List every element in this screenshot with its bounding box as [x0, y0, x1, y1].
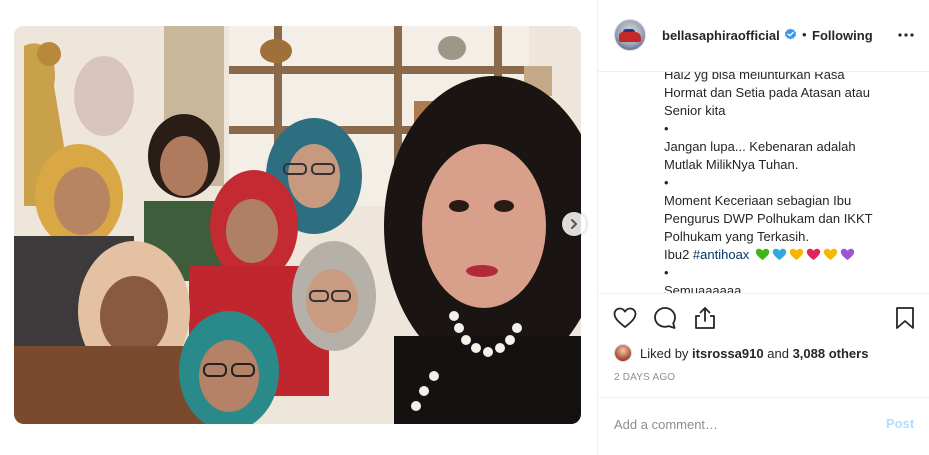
- speech-bubble-icon[interactable]: [652, 305, 678, 331]
- chevron-right-icon: [571, 219, 578, 229]
- heart-emoji-icon: [840, 248, 855, 261]
- comment-bar: Post: [598, 397, 929, 455]
- caption-line: Jangan lupa... Kebenaran adalah: [664, 139, 856, 154]
- caption-line: Semuaaaaaa: [664, 283, 742, 294]
- caption-text: Hal2 yg bisa melunturkan Rasa Hormat dan…: [664, 72, 914, 294]
- heart-emojis: [755, 246, 857, 264]
- hashtag-link[interactable]: #antihoax: [693, 247, 749, 262]
- likes-middle: and: [767, 345, 789, 361]
- post-timestamp[interactable]: 2 DAYS AGO: [614, 372, 675, 383]
- caption-hashtag-line: Ibu2 #antihoax: [664, 246, 914, 264]
- post-details-pane: bellasaphiraofficial • Following Hal2 yg…: [598, 0, 929, 455]
- post-comment-button[interactable]: Post: [886, 416, 914, 431]
- caption-line: Moment Keceriaan sebagian Ibu: [664, 193, 852, 208]
- bookmark-icon[interactable]: [892, 305, 918, 331]
- caption-line: Senior kita: [664, 103, 726, 118]
- caption-line: •: [664, 175, 669, 190]
- caption-ibu-prefix: Ibu2: [664, 247, 693, 262]
- verified-badge-icon: [784, 28, 797, 40]
- caption-line: •: [664, 121, 669, 136]
- more-options-icon[interactable]: [896, 27, 916, 43]
- liker-username-link[interactable]: itsrossa910: [692, 346, 764, 361]
- caption-line: Hormat dan Setia pada Atasan atau: [664, 85, 870, 100]
- avatar[interactable]: [614, 344, 632, 362]
- heart-emoji-icon: [806, 248, 821, 261]
- share-icon[interactable]: [692, 305, 718, 331]
- media-pane: [0, 0, 597, 455]
- comment-input[interactable]: [614, 414, 864, 434]
- caption-scroll-area[interactable]: Hal2 yg bisa melunturkan Rasa Hormat dan…: [598, 72, 929, 294]
- caption-line: Pengurus DWP Polhukam dan IKKT: [664, 211, 873, 226]
- following-button[interactable]: Following: [812, 28, 873, 43]
- caption-line: Mutlak MilikNya Tuhan.: [664, 157, 799, 172]
- likes-summary: Liked by itsrossa910 and 3,088 others: [614, 342, 868, 364]
- header-separator: •: [802, 27, 807, 42]
- carousel-next-button[interactable]: [562, 212, 586, 236]
- caption-line: Hal2 yg bisa melunturkan Rasa: [664, 72, 845, 82]
- heart-emoji-icon: [789, 248, 804, 261]
- heart-outline-icon[interactable]: [612, 305, 638, 331]
- heart-emoji-icon: [772, 248, 787, 261]
- heart-emoji-icon: [823, 248, 838, 261]
- username-link[interactable]: bellasaphiraofficial: [662, 28, 780, 43]
- likes-count-link[interactable]: 3,088 others: [793, 346, 869, 361]
- avatar[interactable]: [614, 19, 646, 51]
- photo-illustration: [14, 26, 581, 424]
- likes-prefix: Liked by: [640, 345, 689, 361]
- heart-emoji-icon: [755, 248, 770, 261]
- post-photo[interactable]: [14, 26, 581, 424]
- post-actions: [598, 294, 929, 342]
- caption-line: Polhukam yang Terkasih.: [664, 229, 810, 244]
- caption-line: •: [664, 265, 669, 280]
- post-header: bellasaphiraofficial • Following: [598, 0, 929, 72]
